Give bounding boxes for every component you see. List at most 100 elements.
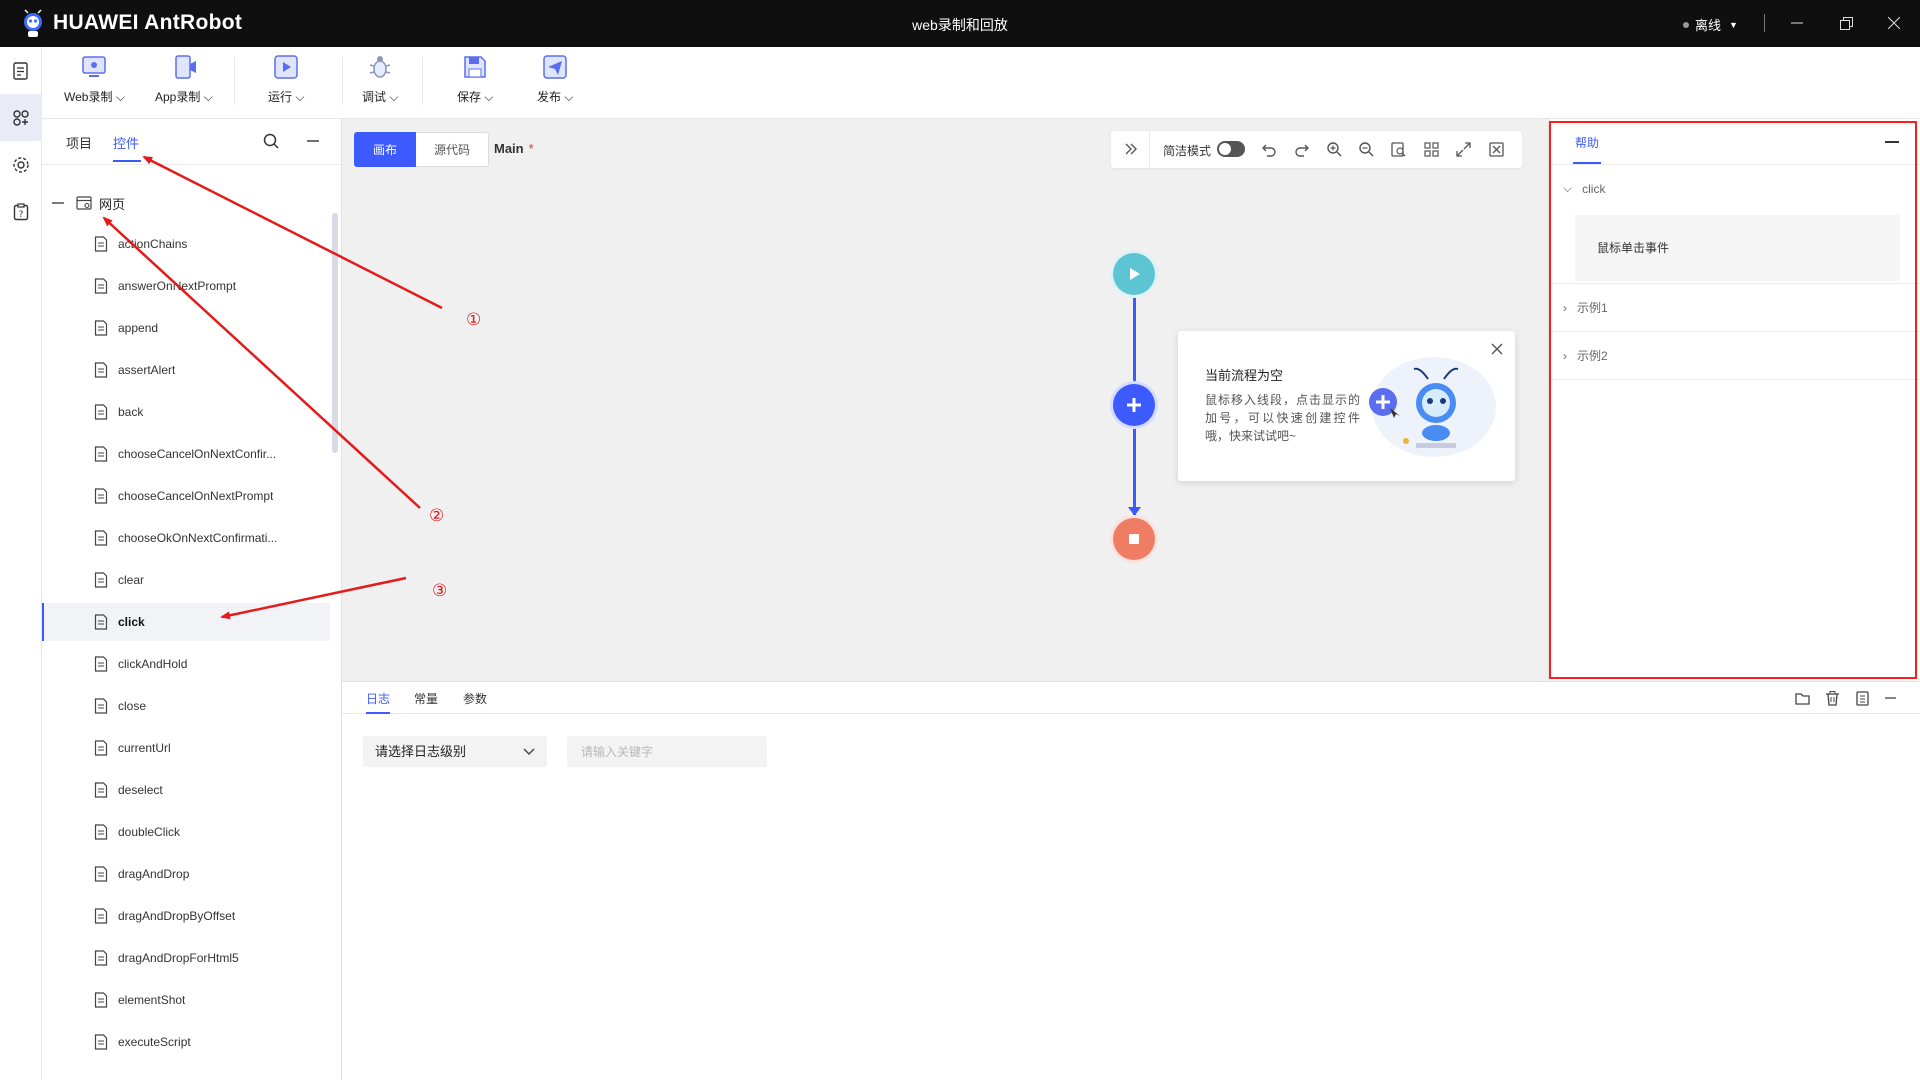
- save-floppy-icon: [464, 56, 486, 78]
- run-button[interactable]: 运行 ⌵: [268, 53, 304, 113]
- publish-button[interactable]: 发布 ⌵: [537, 53, 573, 113]
- restore-button[interactable]: [1826, 8, 1866, 38]
- delete-trash-icon[interactable]: [1824, 690, 1841, 707]
- stop-icon: [1129, 534, 1139, 544]
- debug-button[interactable]: 调试 ⌵: [362, 53, 398, 113]
- control-item[interactable]: clear: [42, 561, 330, 599]
- tab-params[interactable]: 参数: [463, 690, 487, 707]
- annotation-label-2: ②: [429, 506, 445, 526]
- document-icon: [94, 320, 108, 336]
- collapse-panel-icon[interactable]: [304, 132, 322, 150]
- document-icon: [94, 404, 108, 420]
- file-tab-main[interactable]: Main *: [494, 141, 534, 156]
- play-icon: [1130, 268, 1140, 280]
- flow-start-node[interactable]: [1113, 253, 1155, 295]
- control-item-label: click: [118, 615, 145, 629]
- flow-connector[interactable]: [1133, 295, 1136, 384]
- control-item[interactable]: answerOnNextPrompt: [42, 267, 330, 305]
- log-list-icon[interactable]: [1854, 690, 1871, 707]
- flow-arrowhead-icon: [1128, 507, 1141, 516]
- unsaved-marker: *: [528, 141, 534, 156]
- control-item[interactable]: append: [42, 309, 330, 347]
- document-icon: [94, 698, 108, 714]
- divider: [1549, 379, 1920, 380]
- compact-mode-toggle[interactable]: [1217, 141, 1245, 157]
- control-item[interactable]: chooseCancelOnNextConfir...: [42, 435, 330, 473]
- rail-item-components[interactable]: [0, 94, 42, 141]
- control-item[interactable]: close: [42, 687, 330, 725]
- rail-item-help[interactable]: ?: [0, 188, 42, 235]
- app-name: HUAWEI AntRobot: [53, 11, 243, 34]
- control-item[interactable]: assertAlert: [42, 351, 330, 389]
- undo-icon[interactable]: [1261, 141, 1278, 158]
- control-item-label: chooseOkOnNextConfirmati...: [118, 531, 278, 545]
- compact-mode-label: 简洁模式: [1163, 144, 1212, 158]
- control-item[interactable]: deselect: [42, 771, 330, 809]
- tab-constants[interactable]: 常量: [414, 690, 438, 707]
- chevron-right-icon: ›: [1563, 348, 1567, 363]
- control-item[interactable]: dragAndDrop: [42, 855, 330, 893]
- document-icon: [94, 530, 108, 546]
- clear-canvas-icon[interactable]: [1488, 141, 1505, 158]
- open-folder-icon[interactable]: [1794, 690, 1811, 707]
- layout-arrange-icon[interactable]: [1423, 141, 1440, 158]
- tab-log[interactable]: 日志: [366, 690, 390, 707]
- redo-icon[interactable]: [1293, 141, 1310, 158]
- control-item[interactable]: actionChains: [42, 225, 330, 263]
- keyword-search-input[interactable]: [567, 736, 767, 767]
- svg-text:?: ?: [19, 210, 24, 220]
- search-icon[interactable]: [262, 132, 280, 150]
- expand-double-chevron-icon[interactable]: [1123, 141, 1139, 157]
- tab-project[interactable]: 项目: [66, 133, 92, 152]
- fullscreen-icon[interactable]: [1455, 141, 1472, 158]
- save-button[interactable]: 保存 ⌵: [457, 53, 493, 113]
- toolbar-separator: [1149, 131, 1150, 168]
- control-item[interactable]: clickAndHold: [42, 645, 330, 683]
- tab-controls[interactable]: 控件: [113, 133, 139, 152]
- rail-item-documents[interactable]: [0, 47, 42, 94]
- tab-source-code[interactable]: 源代码: [416, 132, 490, 167]
- tip-title: 当前流程为空: [1205, 368, 1284, 383]
- control-item[interactable]: elementShot: [42, 981, 330, 1019]
- minimize-help-icon[interactable]: [1885, 141, 1899, 143]
- divider: [1549, 331, 1920, 332]
- document-icon: [13, 61, 28, 80]
- control-item[interactable]: doubleClick: [42, 813, 330, 851]
- tree-node-webpage[interactable]: 网页: [52, 191, 125, 215]
- zoom-out-icon[interactable]: [1358, 141, 1375, 158]
- plus-icon: [1127, 398, 1141, 412]
- control-item[interactable]: executeScript: [42, 1023, 330, 1061]
- scrollbar-thumb[interactable]: [332, 213, 338, 453]
- toolbar-separator: [422, 57, 423, 105]
- close-window-button[interactable]: [1874, 8, 1914, 38]
- web-record-button[interactable]: Web录制 ⌵: [64, 53, 125, 113]
- control-item-label: dragAndDrop: [118, 867, 190, 881]
- flow-end-node[interactable]: [1113, 518, 1155, 560]
- control-item[interactable]: click: [42, 603, 330, 641]
- tab-canvas[interactable]: 画布: [354, 132, 417, 167]
- canvas-toolbar: 简洁模式: [1111, 131, 1522, 168]
- control-item[interactable]: chooseCancelOnNextPrompt: [42, 477, 330, 515]
- add-control-node[interactable]: [1113, 384, 1155, 426]
- zoom-in-icon[interactable]: [1326, 141, 1343, 158]
- app-record-button[interactable]: App录制 ⌵: [155, 53, 213, 113]
- components-icon: [13, 109, 29, 126]
- rail-item-settings[interactable]: [0, 141, 42, 188]
- minimize-panel-icon[interactable]: [1882, 690, 1899, 707]
- control-item[interactable]: back: [42, 393, 330, 431]
- connection-status-dropdown[interactable]: 离线 ▼: [1683, 15, 1738, 34]
- log-level-select[interactable]: 请选择日志级别: [363, 736, 547, 767]
- control-item-label: back: [118, 405, 144, 419]
- flow-connector[interactable]: [1133, 426, 1136, 518]
- collapse-minus-icon[interactable]: [52, 197, 64, 209]
- annotation-label-1: ①: [466, 310, 482, 330]
- control-item[interactable]: dragAndDropByOffset: [42, 897, 330, 935]
- control-item[interactable]: chooseOkOnNextConfirmati...: [42, 519, 330, 557]
- minimize-button[interactable]: [1777, 8, 1817, 38]
- control-item[interactable]: currentUrl: [42, 729, 330, 767]
- tab-help[interactable]: 帮助: [1575, 134, 1599, 151]
- fit-view-icon[interactable]: [1390, 141, 1407, 158]
- document-icon: [94, 950, 108, 966]
- control-item[interactable]: dragAndDropForHtml5: [42, 939, 330, 977]
- chevron-down-icon: ⌵: [1563, 181, 1573, 195]
